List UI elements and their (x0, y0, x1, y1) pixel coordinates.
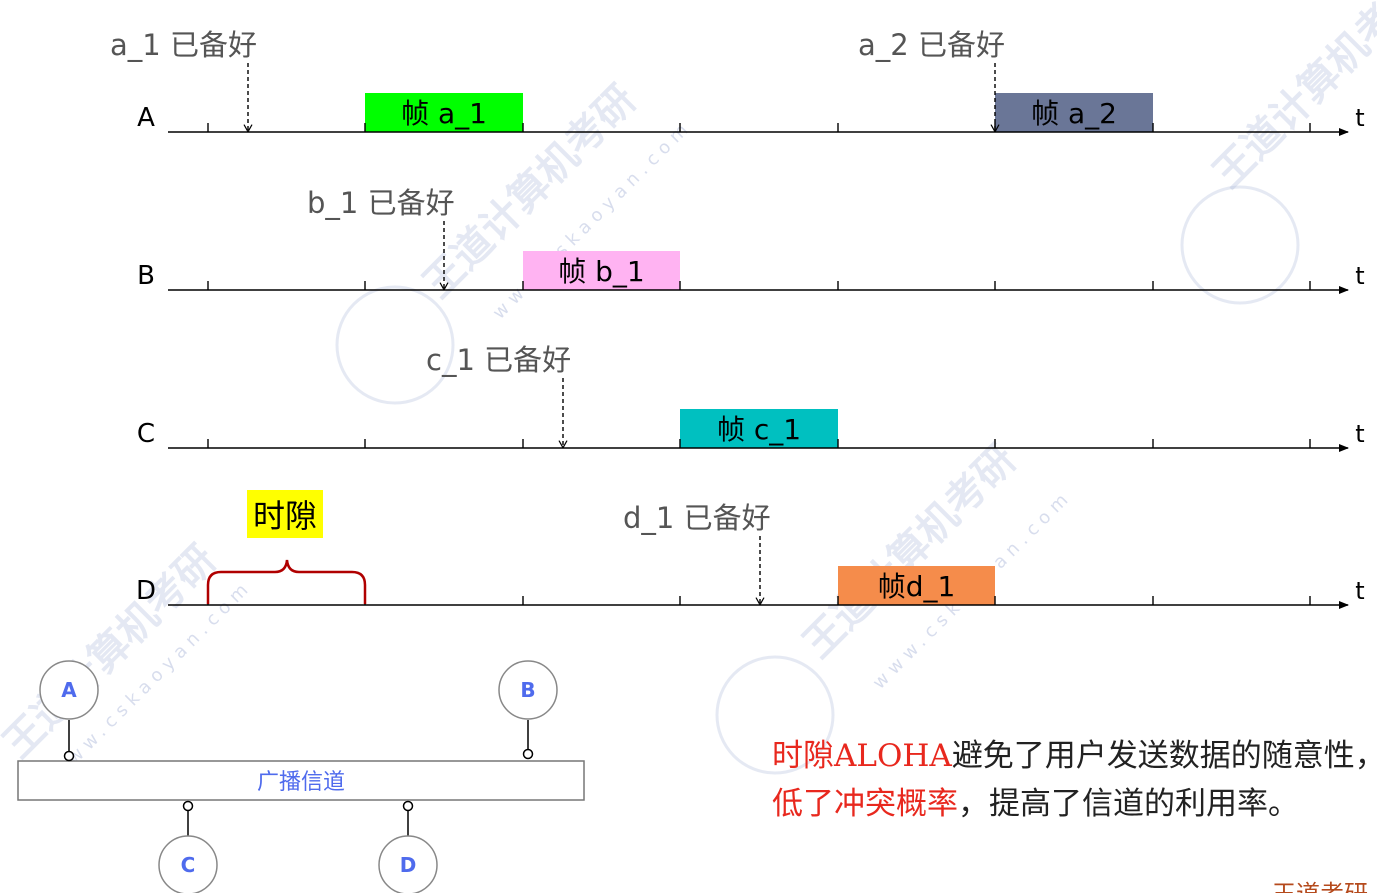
ready-label: a_2 已备好 (858, 28, 1005, 62)
axis-t-label: t (1355, 104, 1364, 132)
ready-label: a_1 已备好 (110, 28, 257, 62)
node-b: B (498, 660, 558, 760)
row-label: D (136, 576, 156, 606)
node-b-label: B (520, 678, 535, 702)
frame-label: 帧d_1 (878, 570, 956, 603)
row-label: A (137, 103, 155, 133)
summary-highlight: 低了冲突概率 (772, 786, 958, 822)
row-label: B (137, 261, 155, 291)
timeline-row-a: 帧 a_1 帧 a_2 A t a_1 已备好 a_2 已备好 (110, 28, 1365, 136)
ready-label: d_1 已备好 (623, 501, 771, 535)
publisher-logo-text: 王道考研 (1272, 874, 1377, 893)
watermark-brand: 王道计算机考研 (1205, 0, 1377, 197)
ready-label: b_1 已备好 (307, 186, 455, 220)
frame-label: 帧 a_1 (401, 97, 487, 130)
timeline-row-b: 帧 b_1 B t b_1 已备好 (137, 186, 1365, 294)
frame-label: 帧 c_1 (717, 413, 801, 446)
watermark: 王道计算机考研 王道计算机考研 王道计算机考研 王道计算机考研 www.cska… (0, 0, 1377, 784)
watermark-brand: 王道计算机考研 (795, 437, 1026, 668)
summary-text-1: 避免了用户发送数据的随意性，降 (951, 738, 1377, 774)
broadcast-channel-label: 广播信道 (257, 770, 345, 795)
summary-text: 时隙ALOHA避免了用户发送数据的随意性，降 低了冲突概率，提高了信道的利用率。 (772, 732, 1377, 828)
node-d-label: D (400, 853, 417, 877)
axis-t-label: t (1355, 262, 1364, 290)
ready-label: c_1 已备好 (426, 343, 571, 377)
frame-label: 帧 a_2 (1031, 97, 1117, 130)
summary-term: 时隙ALOHA (772, 738, 952, 774)
summary-text-2: ，提高了信道的利用率。 (958, 786, 1299, 822)
broadcast-network: 广播信道 A B C D (17, 660, 585, 893)
watermark-seal (1180, 185, 1300, 305)
row-label: C (137, 419, 155, 449)
frame-label: 帧 b_1 (558, 255, 645, 288)
node-d: D (378, 800, 438, 893)
summary-line-1: 时隙ALOHA避免了用户发送数据的随意性，降 (772, 732, 1377, 780)
timeline-row-c: 帧 c_1 C t c_1 已备好 (137, 343, 1365, 452)
axis-t-label: t (1355, 577, 1364, 605)
node-c: C (158, 800, 218, 893)
slot-label: 时隙 (253, 497, 317, 535)
axis-t-label: t (1355, 420, 1364, 448)
node-c-label: C (181, 853, 196, 877)
summary-line-2: 低了冲突概率，提高了信道的利用率。 (772, 780, 1377, 828)
node-a-label: A (61, 678, 77, 702)
